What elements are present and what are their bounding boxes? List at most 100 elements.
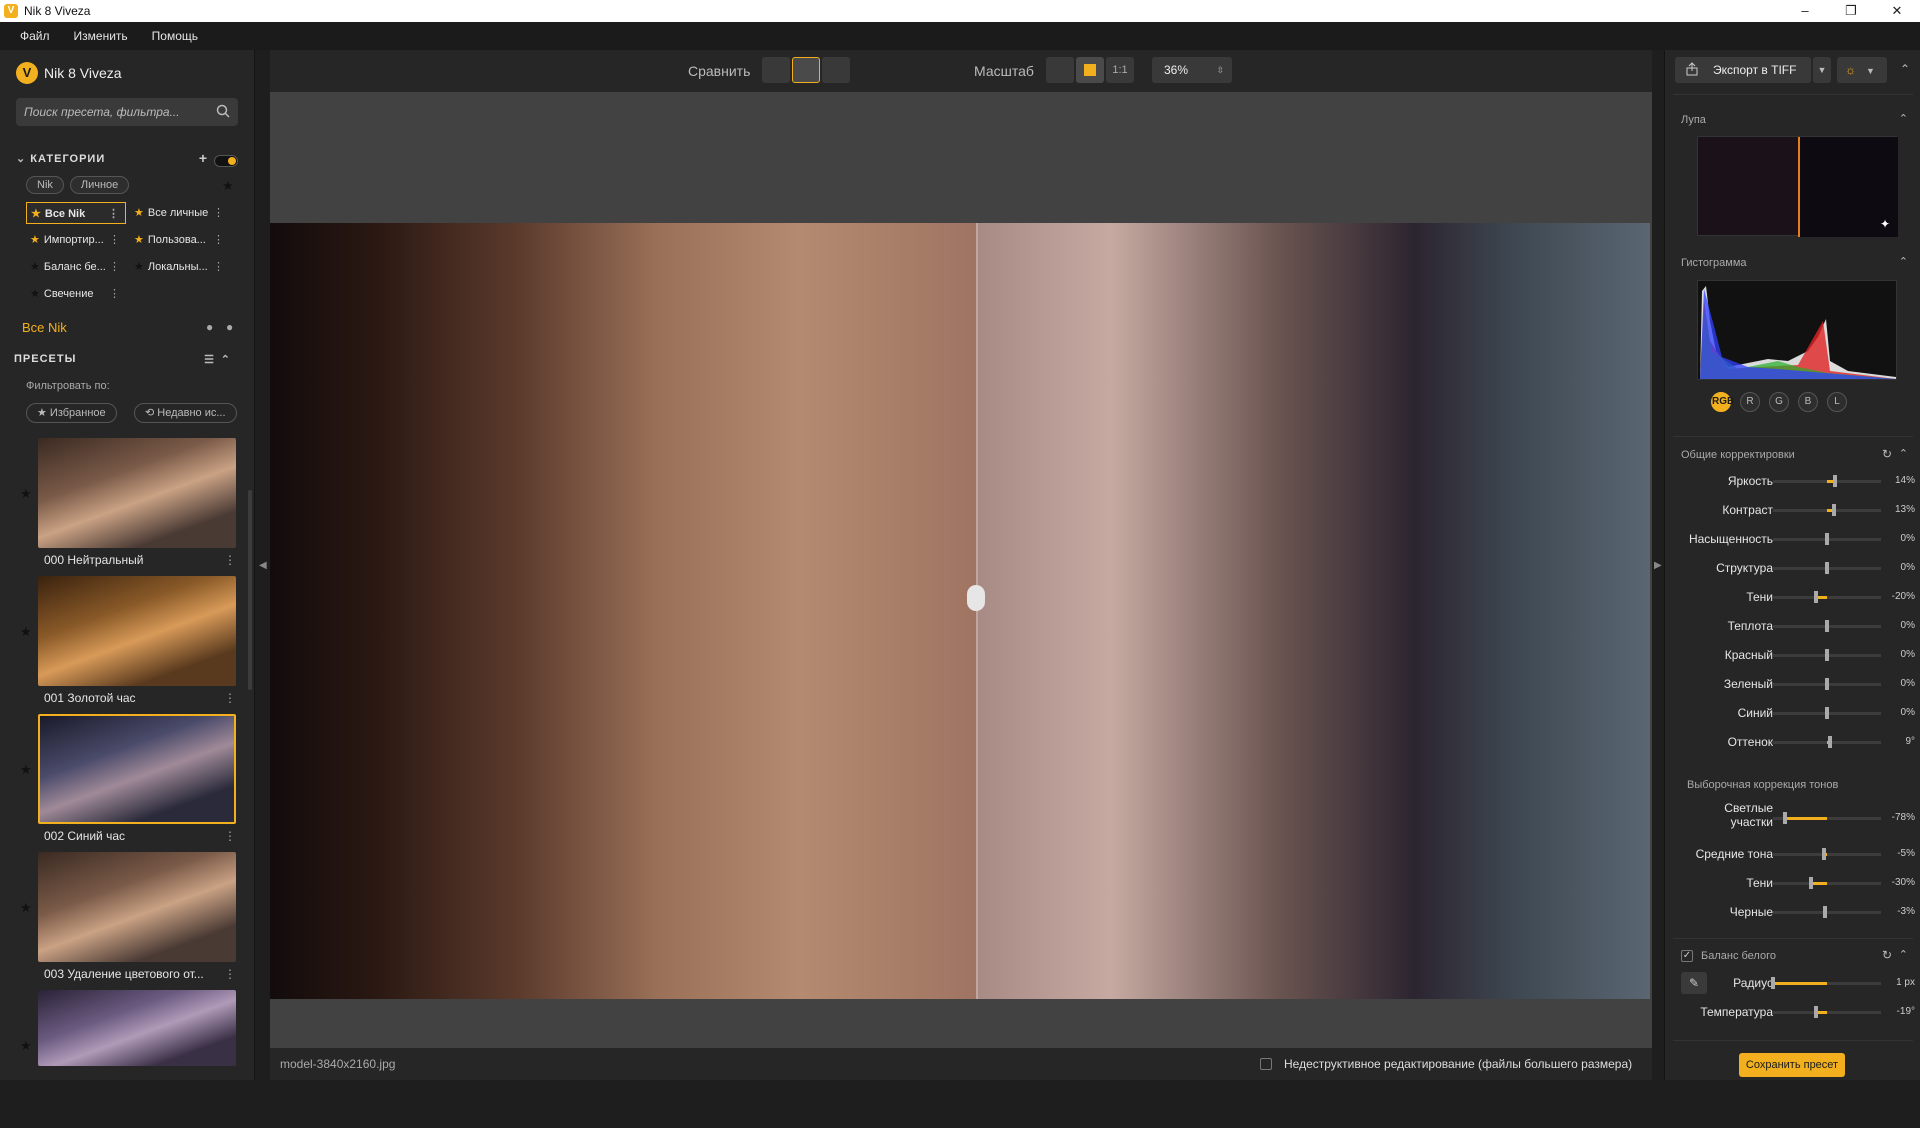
chip-nik[interactable]: Nik: [26, 176, 64, 194]
slider-knob[interactable]: [1814, 591, 1819, 603]
more-icon[interactable]: ⋮: [224, 967, 236, 981]
slider-knob[interactable]: [1814, 1006, 1819, 1018]
reset-icon[interactable]: ↻: [1882, 447, 1892, 461]
search-icon[interactable]: [216, 104, 230, 118]
category-all-personal[interactable]: ★ Все личные ⋮: [130, 202, 230, 224]
hist-g-button[interactable]: G: [1769, 392, 1789, 412]
slider-track[interactable]: [1773, 853, 1881, 856]
hist-r-button[interactable]: R: [1740, 392, 1760, 412]
search-input[interactable]: Поиск пресета, фильтра...: [16, 98, 238, 126]
menu-help[interactable]: Помощь: [152, 29, 198, 43]
slider-knob[interactable]: [1808, 877, 1813, 889]
chip-personal[interactable]: Личное: [69, 176, 130, 194]
fit-icon[interactable]: [1046, 57, 1074, 83]
compare-vertical-icon[interactable]: [822, 57, 850, 83]
more-icon[interactable]: ⋮: [224, 829, 236, 843]
split-handle[interactable]: [967, 585, 985, 611]
star-icon[interactable]: ★: [20, 762, 32, 778]
hist-rgb-button[interactable]: RGB: [1711, 392, 1734, 412]
export-icon[interactable]: ●: [226, 320, 233, 334]
white-balance-checkbox[interactable]: ✓: [1681, 950, 1693, 962]
collapse-general-icon[interactable]: ⌃: [1899, 447, 1908, 460]
history-icon[interactable]: ☼ ▼: [1837, 57, 1887, 83]
stepper-icon[interactable]: ⇳: [1216, 57, 1224, 83]
slider-knob[interactable]: [1771, 977, 1775, 989]
collapse-icon[interactable]: ⌄: [16, 153, 26, 165]
slider-knob[interactable]: [1825, 533, 1829, 545]
star-icon[interactable]: ★: [20, 624, 32, 640]
more-icon[interactable]: ⋮: [109, 256, 120, 278]
preset-scrollbar[interactable]: [248, 490, 252, 690]
preset-thumbnail-selected[interactable]: [38, 714, 236, 824]
more-icon[interactable]: ⋮: [224, 553, 236, 567]
collapse-wb-icon[interactable]: ⌃: [1899, 948, 1908, 961]
menu-edit[interactable]: Изменить: [74, 29, 128, 43]
preset-thumbnail[interactable]: [38, 990, 236, 1066]
export-button[interactable]: Экспорт в TIFF: [1675, 57, 1811, 83]
menu-file[interactable]: Файл: [20, 29, 50, 43]
nondestructive-checkbox[interactable]: [1260, 1058, 1272, 1070]
more-icon[interactable]: ⋮: [108, 203, 119, 225]
category-glow[interactable]: ★ Свечение ⋮: [26, 283, 126, 305]
more-icon[interactable]: ⋮: [213, 256, 224, 278]
slider-knob[interactable]: [1825, 707, 1829, 719]
more-icon[interactable]: ⋮: [213, 202, 224, 224]
collapse-right-icon[interactable]: ▶: [1654, 560, 1662, 571]
category-imported[interactable]: ★ Импортир... ⋮: [26, 229, 126, 251]
more-icon[interactable]: ⋮: [224, 691, 236, 705]
star-icon[interactable]: ★: [20, 1038, 32, 1054]
favorites-icon[interactable]: ★: [222, 178, 234, 194]
collapse-panel-icon[interactable]: ⌃: [1900, 62, 1910, 76]
star-icon[interactable]: ★: [20, 900, 32, 916]
category-user[interactable]: ★ Пользова... ⋮: [130, 229, 230, 251]
slider-track[interactable]: [1773, 596, 1881, 599]
preset-thumbnail[interactable]: [38, 438, 236, 548]
save-preset-button[interactable]: Сохранить пресет: [1739, 1053, 1845, 1077]
slider-knob[interactable]: [1825, 678, 1829, 690]
compare-split-icon[interactable]: [792, 57, 820, 83]
one-to-one-button[interactable]: 1:1: [1106, 57, 1134, 83]
slider-knob[interactable]: [1825, 649, 1829, 661]
export-dropdown-icon[interactable]: ▼: [1813, 57, 1831, 83]
slider-knob[interactable]: [1832, 475, 1837, 487]
slider-track[interactable]: [1773, 882, 1881, 885]
pin-icon[interactable]: ✦: [1880, 217, 1890, 231]
filter-favorites[interactable]: ★ Избранное: [26, 403, 117, 423]
list-view-icon[interactable]: ☰: [204, 353, 215, 366]
categories-toggle[interactable]: [214, 155, 238, 167]
filter-recent[interactable]: ⟲ Недавно ис...: [134, 403, 237, 423]
fill-icon[interactable]: [1076, 57, 1104, 83]
preset-thumbnail[interactable]: [38, 852, 236, 962]
slider-knob[interactable]: [1825, 620, 1829, 632]
split-divider[interactable]: [976, 223, 978, 999]
more-icon[interactable]: ⋮: [109, 229, 120, 251]
zoom-select[interactable]: 36% ⇳: [1152, 57, 1232, 83]
collapse-left-icon[interactable]: ◀: [259, 560, 267, 571]
close-window-button[interactable]: ✕: [1874, 0, 1920, 22]
category-all-nik[interactable]: ★ Все Nik ⋮: [26, 202, 126, 224]
more-icon[interactable]: ⋮: [213, 229, 224, 251]
restore-button[interactable]: ❐: [1828, 0, 1874, 22]
collapse-histogram-icon[interactable]: ⌃: [1899, 255, 1908, 268]
slider-knob[interactable]: [1828, 736, 1833, 748]
slider-knob[interactable]: [1832, 504, 1837, 516]
hist-l-button[interactable]: L: [1827, 392, 1847, 412]
add-category-icon[interactable]: +: [199, 150, 208, 166]
slider-knob[interactable]: [1825, 562, 1829, 574]
slider-knob[interactable]: [1823, 906, 1828, 918]
star-icon[interactable]: ★: [20, 486, 32, 502]
collapse-presets-icon[interactable]: ⌃: [221, 353, 231, 366]
reset-wb-icon[interactable]: ↻: [1882, 948, 1892, 962]
hist-b-button[interactable]: B: [1798, 392, 1818, 412]
import-icon[interactable]: ●: [206, 320, 213, 334]
slider-track[interactable]: [1773, 1011, 1881, 1014]
slider-knob[interactable]: [1822, 848, 1827, 860]
preset-thumbnail[interactable]: [38, 576, 236, 686]
slider-knob[interactable]: [1782, 812, 1787, 824]
compare-side-by-side-icon[interactable]: [762, 57, 790, 83]
collapse-loupe-icon[interactable]: ⌃: [1899, 112, 1908, 125]
category-local[interactable]: ★ Локальны... ⋮: [130, 256, 230, 278]
more-icon[interactable]: ⋮: [109, 283, 120, 305]
category-white-balance[interactable]: ★ Баланс бе... ⋮: [26, 256, 126, 278]
minimize-button[interactable]: –: [1782, 0, 1828, 22]
